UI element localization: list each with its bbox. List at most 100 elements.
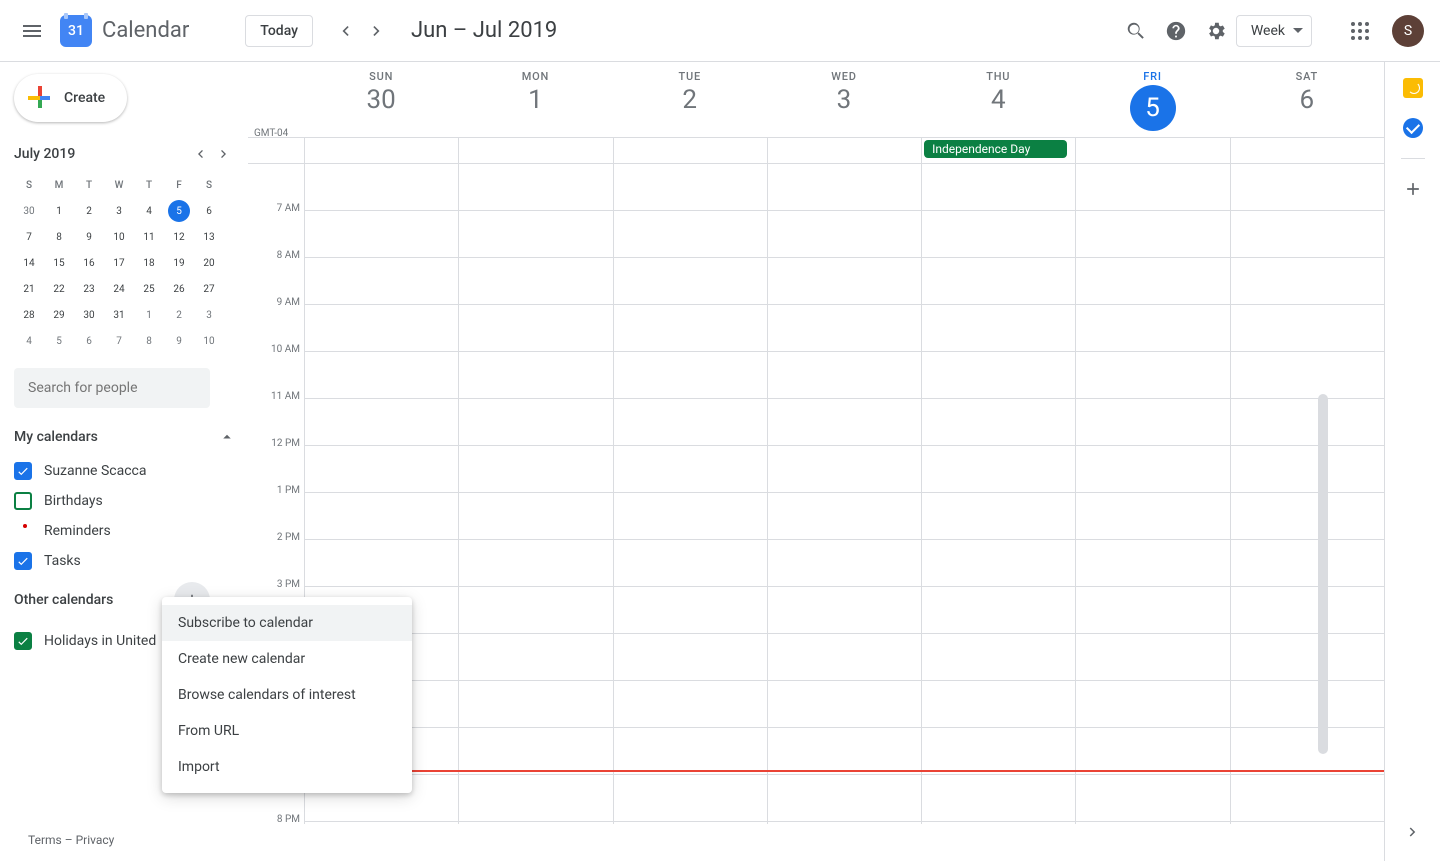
mini-day[interactable]: 9 — [74, 224, 104, 250]
app-logo[interactable]: 31 — [60, 15, 92, 47]
today-button[interactable]: Today — [245, 15, 313, 47]
mini-day[interactable]: 24 — [104, 276, 134, 302]
mini-day[interactable]: 28 — [14, 302, 44, 328]
mini-day[interactable]: 7 — [14, 224, 44, 250]
allday-cell[interactable] — [613, 138, 767, 163]
day-number[interactable]: 5 — [1130, 85, 1176, 131]
day-number[interactable]: 30 — [304, 85, 458, 115]
account-avatar[interactable]: S — [1392, 15, 1424, 47]
search-people-input[interactable] — [14, 368, 210, 408]
day-number[interactable]: 1 — [458, 85, 612, 115]
calendar-item[interactable]: Tasks — [14, 546, 236, 576]
mini-day[interactable]: 27 — [194, 276, 224, 302]
mini-day[interactable]: 26 — [164, 276, 194, 302]
mini-day[interactable]: 4 — [134, 198, 164, 224]
keep-icon[interactable] — [1403, 78, 1423, 98]
mini-day[interactable]: 10 — [194, 328, 224, 354]
mini-day[interactable]: 1 — [44, 198, 74, 224]
day-column[interactable] — [921, 164, 1075, 824]
mini-day[interactable]: 1 — [134, 302, 164, 328]
mini-day[interactable]: 5 — [164, 198, 194, 224]
calendar-item[interactable]: Birthdays — [14, 486, 236, 516]
mini-next-month[interactable] — [212, 142, 236, 166]
calendar-checkbox[interactable] — [14, 492, 32, 510]
mini-day[interactable]: 11 — [134, 224, 164, 250]
mini-day[interactable]: 2 — [74, 198, 104, 224]
mini-day[interactable]: 23 — [74, 276, 104, 302]
mini-day[interactable]: 6 — [194, 198, 224, 224]
view-selector[interactable]: Week — [1236, 15, 1312, 47]
prev-week-button[interactable] — [329, 15, 361, 47]
allday-event[interactable]: Independence Day — [924, 140, 1067, 158]
terms-link[interactable]: Terms — [28, 833, 62, 847]
mini-day[interactable]: 15 — [44, 250, 74, 276]
scrollbar-track[interactable] — [1318, 294, 1328, 834]
mini-day[interactable]: 31 — [104, 302, 134, 328]
calendar-checkbox[interactable] — [14, 462, 32, 480]
mini-day[interactable]: 3 — [194, 302, 224, 328]
allday-cell[interactable] — [1075, 138, 1229, 163]
day-column[interactable] — [1075, 164, 1229, 824]
day-column[interactable] — [613, 164, 767, 824]
mini-day[interactable]: 30 — [74, 302, 104, 328]
mini-day[interactable]: 25 — [134, 276, 164, 302]
mini-day[interactable]: 12 — [164, 224, 194, 250]
day-number[interactable]: 2 — [613, 85, 767, 115]
mini-day[interactable]: 5 — [44, 328, 74, 354]
day-column-header[interactable]: FRI5 — [1075, 62, 1229, 137]
mini-day[interactable]: 18 — [134, 250, 164, 276]
mini-day[interactable]: 22 — [44, 276, 74, 302]
mini-day[interactable]: 19 — [164, 250, 194, 276]
mini-day[interactable]: 9 — [164, 328, 194, 354]
mini-day[interactable]: 30 — [14, 198, 44, 224]
context-menu-item[interactable]: From URL — [162, 713, 412, 749]
context-menu-item[interactable]: Browse calendars of interest — [162, 677, 412, 713]
mini-day[interactable]: 14 — [14, 250, 44, 276]
allday-cell[interactable]: Independence Day — [921, 138, 1075, 163]
mini-day[interactable]: 8 — [134, 328, 164, 354]
mini-day[interactable]: 6 — [74, 328, 104, 354]
tasks-icon[interactable] — [1403, 118, 1423, 138]
allday-cell[interactable] — [1230, 138, 1384, 163]
mini-day[interactable]: 10 — [104, 224, 134, 250]
context-menu-item[interactable]: Import — [162, 749, 412, 785]
next-week-button[interactable] — [361, 15, 393, 47]
day-number[interactable]: 3 — [767, 85, 921, 115]
day-column-header[interactable]: SAT6 — [1230, 62, 1384, 137]
add-addon-button[interactable] — [1403, 179, 1423, 203]
create-button[interactable]: Create — [14, 74, 127, 122]
day-column[interactable] — [1230, 164, 1384, 824]
search-button[interactable] — [1116, 11, 1156, 51]
day-column-header[interactable]: TUE2 — [613, 62, 767, 137]
day-column-header[interactable]: MON1 — [458, 62, 612, 137]
mini-day[interactable]: 8 — [44, 224, 74, 250]
context-menu-item[interactable]: Subscribe to calendar — [162, 605, 412, 641]
mini-day[interactable]: 21 — [14, 276, 44, 302]
my-calendars-header[interactable]: My calendars — [14, 428, 236, 446]
day-number[interactable]: 6 — [1230, 85, 1384, 115]
calendar-checkbox[interactable] — [14, 552, 32, 570]
mini-day[interactable]: 29 — [44, 302, 74, 328]
mini-day[interactable]: 3 — [104, 198, 134, 224]
day-column[interactable] — [767, 164, 921, 824]
week-grid-scroll[interactable]: 6 AM7 AM8 AM9 AM10 AM11 AM12 PM1 PM2 PM3… — [248, 164, 1384, 861]
allday-cell[interactable] — [304, 138, 458, 163]
mini-prev-month[interactable] — [188, 142, 212, 166]
day-number[interactable]: 4 — [921, 85, 1075, 115]
mini-day[interactable]: 13 — [194, 224, 224, 250]
help-button[interactable] — [1156, 11, 1196, 51]
main-menu-button[interactable] — [12, 11, 52, 51]
collapse-side-panel[interactable] — [1404, 823, 1422, 845]
day-column-header[interactable]: SUN30 — [304, 62, 458, 137]
google-apps-button[interactable] — [1340, 11, 1380, 51]
allday-cell[interactable] — [458, 138, 612, 163]
context-menu-item[interactable]: Create new calendar — [162, 641, 412, 677]
calendar-item[interactable]: Reminders — [14, 516, 236, 546]
day-column[interactable] — [458, 164, 612, 824]
calendar-item[interactable]: Suzanne Scacca — [14, 456, 236, 486]
hour-row[interactable]: 8 PM — [304, 822, 1384, 861]
allday-cell[interactable] — [767, 138, 921, 163]
mini-day[interactable]: 16 — [74, 250, 104, 276]
mini-day[interactable]: 2 — [164, 302, 194, 328]
mini-day[interactable]: 17 — [104, 250, 134, 276]
